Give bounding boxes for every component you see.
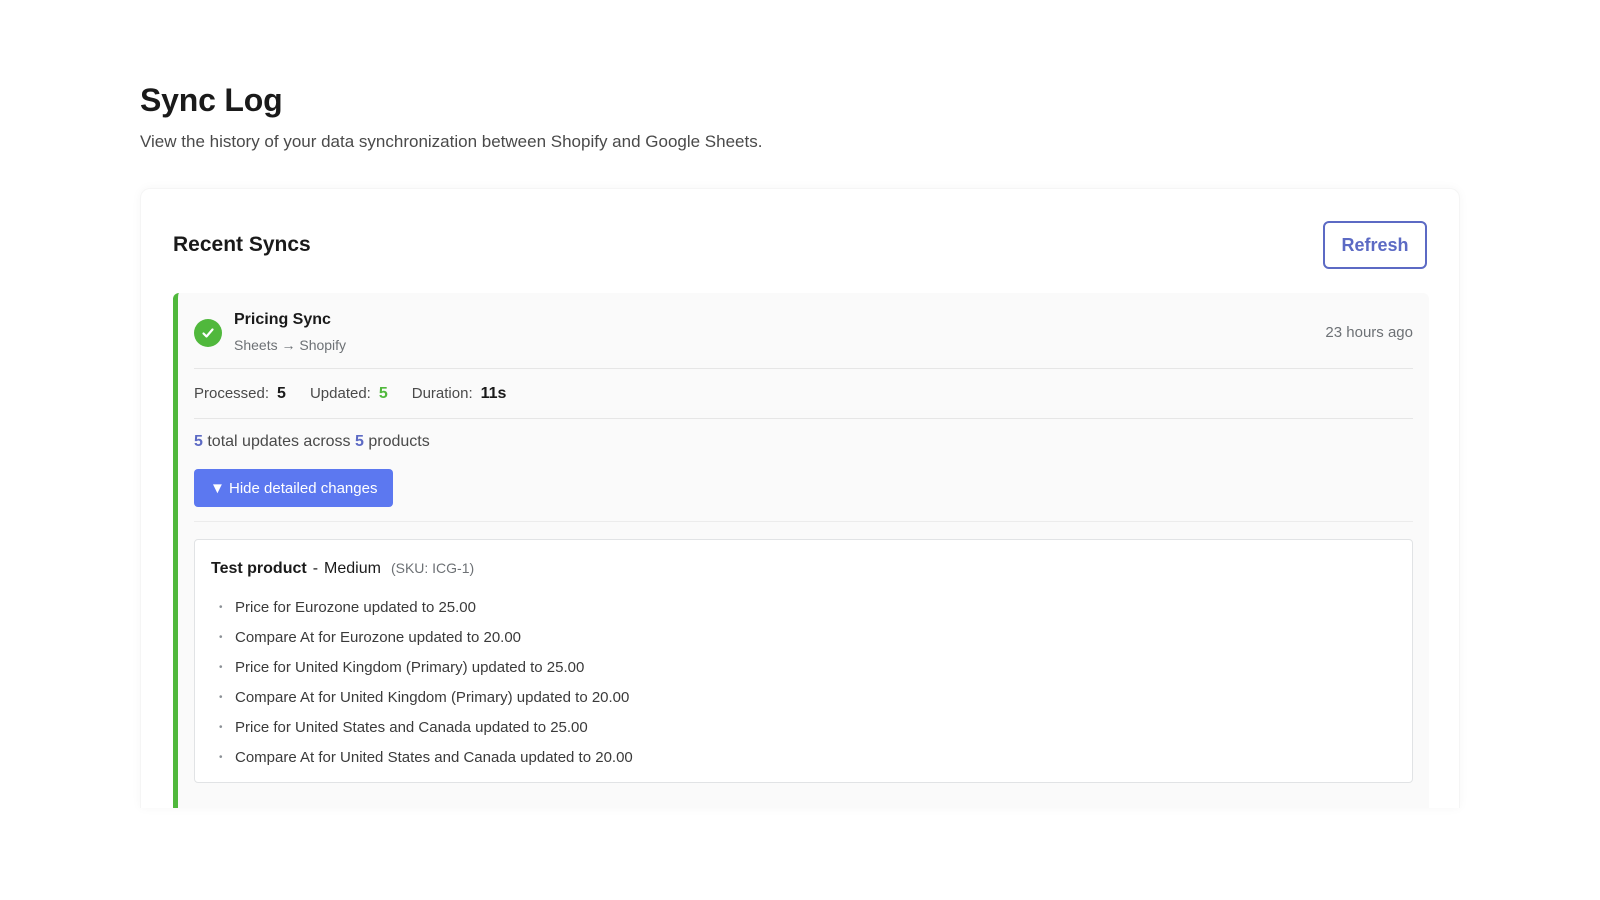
stat-processed: Processed: 5	[194, 385, 286, 403]
stats-row: Processed: 5 Updated: 5 Duration: 11s	[194, 369, 1413, 419]
stat-duration-label: Duration:	[411, 384, 473, 402]
recent-syncs-card: Recent Syncs Refresh Pricing Sync Sheets…	[140, 188, 1460, 808]
product-sku: (SKU: ICG-1)	[390, 560, 475, 576]
bullet-icon: •	[219, 691, 223, 703]
stat-duration-value: 11s	[480, 384, 507, 402]
stat-updated-label: Updated:	[309, 384, 371, 402]
sync-header: Pricing Sync Sheets → Shopify 23 hours a…	[194, 293, 1413, 369]
summary-products-count: 5	[355, 433, 364, 450]
divider	[194, 521, 1413, 522]
stat-updated: Updated: 5	[310, 385, 388, 403]
stat-duration: Duration: 11s	[412, 385, 507, 403]
product-variant: Medium	[324, 560, 381, 577]
sync-direction: Sheets → Shopify	[234, 337, 347, 353]
bullet-icon: •	[219, 721, 223, 733]
change-text: Price for United Kingdom (Primary) updat…	[235, 658, 585, 676]
stat-processed-value: 5	[277, 384, 286, 402]
hide-detailed-changes-button[interactable]: ▼ Hide detailed changes	[194, 469, 394, 507]
summary-updates-count: 5	[194, 433, 203, 450]
change-item: • Price for United Kingdom (Primary) upda…	[219, 652, 633, 682]
summary-text-mid: total updates across	[202, 433, 355, 450]
summary-text-end: products	[363, 433, 430, 450]
bullet-icon: •	[219, 631, 223, 643]
stat-processed-label: Processed:	[194, 384, 270, 402]
sync-entry: Pricing Sync Sheets → Shopify 23 hours a…	[173, 293, 1429, 808]
change-item: • Compare At for Eurozone updated to 20.0…	[219, 622, 633, 652]
sync-name: Pricing Sync	[234, 311, 331, 328]
refresh-button[interactable]: Refresh	[1323, 221, 1427, 269]
change-text: Compare At for Eurozone updated to 20.00	[235, 628, 522, 646]
change-text: Compare At for United States and Canada …	[235, 748, 633, 766]
page-subtitle: View the history of your data synchroniz…	[140, 132, 763, 151]
check-icon	[194, 319, 222, 347]
change-item: • Price for United States and Canada upda…	[219, 712, 633, 742]
change-list: • Price for Eurozone updated to 25.00 • Co…	[219, 592, 633, 772]
product-separator: -	[312, 560, 319, 577]
card-title: Recent Syncs	[173, 233, 311, 256]
product-line: Test product - Medium (SKU: ICG-1)	[211, 560, 474, 578]
stat-updated-value: 5	[378, 384, 388, 402]
sync-summary: 5 total updates across 5 products	[194, 433, 430, 451]
changes-box: Test product - Medium (SKU: ICG-1) • Pric…	[194, 539, 1413, 783]
bullet-icon: •	[219, 661, 223, 673]
change-text: Price for Eurozone updated to 25.00	[235, 598, 476, 616]
sync-time: 23 hours ago	[1325, 324, 1413, 341]
change-item: • Compare At for United Kingdom (Primary)…	[219, 682, 633, 712]
product-name: Test product	[211, 560, 307, 577]
check-icon-svg	[202, 328, 214, 338]
change-item: • Price for Eurozone updated to 25.00	[219, 592, 633, 622]
bullet-icon: •	[219, 751, 223, 763]
bullet-icon: •	[219, 601, 223, 613]
page-title: Sync Log	[140, 82, 283, 118]
change-text: Price for United States and Canada updat…	[235, 718, 588, 736]
change-item: • Compare At for United States and Canada…	[219, 742, 633, 772]
change-text: Compare At for United Kingdom (Primary) …	[235, 688, 630, 706]
